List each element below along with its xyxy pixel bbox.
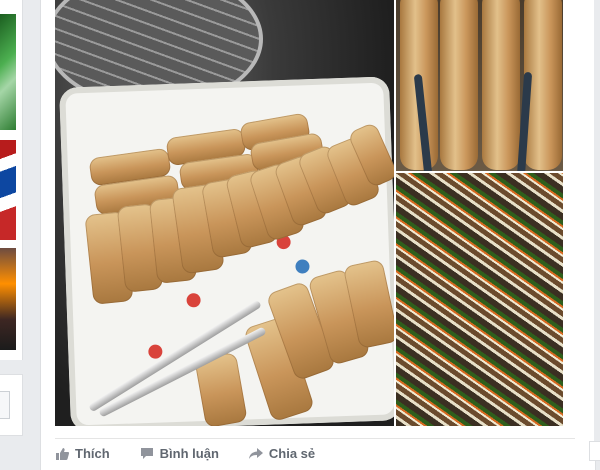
share-arrow-icon bbox=[248, 447, 263, 459]
left-thumbnail-1[interactable] bbox=[0, 14, 16, 130]
left-column-input[interactable] bbox=[0, 391, 10, 419]
like-label: Thích bbox=[75, 445, 110, 461]
tray-flower-decoration bbox=[148, 344, 163, 359]
thumbs-up-icon bbox=[56, 447, 69, 460]
tray-flower-decoration bbox=[295, 259, 310, 274]
comment-button[interactable]: Bình luận bbox=[140, 446, 219, 461]
photo-spring-rolls-tray[interactable] bbox=[55, 0, 394, 426]
spring-roll bbox=[440, 0, 478, 170]
photo-grid bbox=[55, 0, 600, 426]
feed-post: Thích Bình luận Chia sẻ bbox=[40, 0, 596, 470]
right-gutter bbox=[594, 0, 600, 459]
like-button[interactable]: Thích bbox=[55, 446, 110, 461]
photo-filling-mix[interactable] bbox=[396, 173, 563, 426]
photo-spring-rolls-tongs[interactable] bbox=[396, 0, 563, 171]
comment-icon bbox=[140, 447, 153, 459]
right-column-element[interactable] bbox=[589, 441, 600, 461]
share-button[interactable]: Chia sẻ bbox=[248, 445, 316, 461]
comment-label: Bình luận bbox=[159, 445, 219, 461]
left-column-card bbox=[0, 0, 23, 360]
tray-flower-decoration bbox=[186, 293, 201, 308]
share-label: Chia sẻ bbox=[268, 445, 316, 461]
left-thumbnail-3[interactable] bbox=[0, 248, 16, 350]
post-action-bar: Thích Bình luận Chia sẻ bbox=[55, 438, 575, 467]
left-thumbnail-2[interactable] bbox=[0, 140, 16, 240]
spring-roll bbox=[482, 0, 520, 170]
